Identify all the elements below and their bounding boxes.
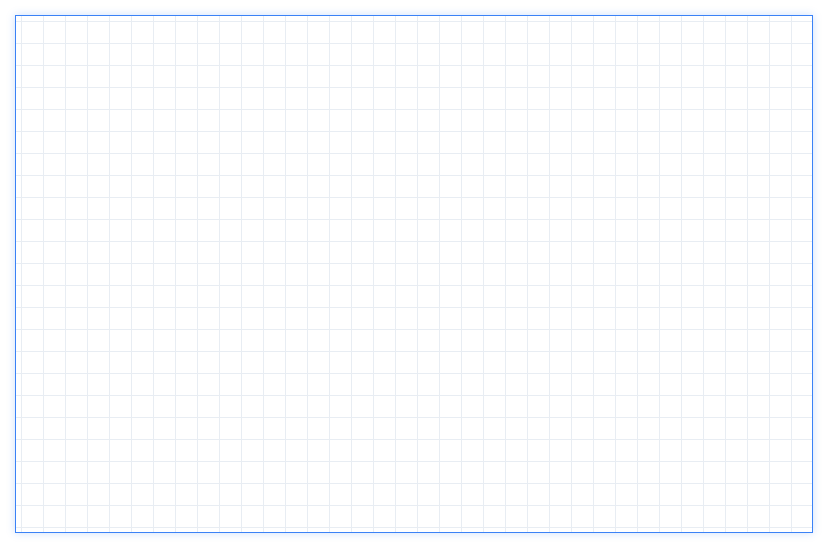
app-stage (0, 0, 830, 551)
grid-canvas[interactable] (15, 15, 813, 533)
